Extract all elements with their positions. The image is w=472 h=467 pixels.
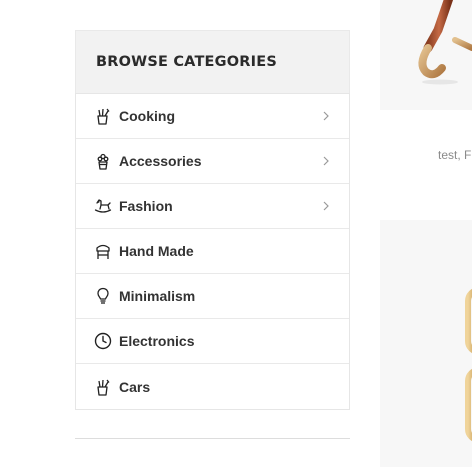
clock-icon bbox=[94, 332, 112, 350]
product-caption: test, F bbox=[438, 148, 472, 162]
cooking-utensils-icon bbox=[94, 378, 112, 396]
plant-pot-icon bbox=[94, 152, 112, 170]
category-item-cooking[interactable]: Cooking bbox=[76, 94, 349, 139]
chevron-right-icon bbox=[323, 111, 329, 121]
rocking-horse-icon bbox=[94, 197, 112, 215]
chair-icon bbox=[94, 242, 112, 260]
category-list: Cooking Accessories Fashion Hand Made Mi… bbox=[75, 93, 350, 410]
category-label: Electronics bbox=[119, 333, 195, 349]
cooking-utensils-icon bbox=[94, 107, 112, 125]
category-item-minimalism[interactable]: Minimalism bbox=[76, 274, 349, 319]
gold-rings-image bbox=[465, 288, 472, 442]
section-divider bbox=[75, 438, 350, 439]
category-label: Fashion bbox=[119, 198, 173, 214]
category-item-electronics[interactable]: Electronics bbox=[76, 319, 349, 364]
product-image-bottom[interactable] bbox=[380, 220, 472, 467]
category-item-fashion[interactable]: Fashion bbox=[76, 184, 349, 229]
chevron-right-icon bbox=[323, 201, 329, 211]
category-label: Hand Made bbox=[119, 243, 194, 259]
category-label: Cars bbox=[119, 378, 151, 395]
product-image-top[interactable] bbox=[380, 0, 472, 110]
browse-categories-widget: BROWSE CATEGORIES Cooking Accessories Fa… bbox=[75, 30, 350, 410]
page: BROWSE CATEGORIES Cooking Accessories Fa… bbox=[0, 0, 472, 467]
widget-title: BROWSE CATEGORIES bbox=[96, 54, 278, 70]
category-item-accessories[interactable]: Accessories bbox=[76, 139, 349, 184]
category-item-hand-made[interactable]: Hand Made bbox=[76, 229, 349, 274]
chevron-right-icon bbox=[323, 156, 329, 166]
light-bulb-icon bbox=[94, 287, 112, 305]
category-label: Accessories bbox=[119, 153, 202, 169]
category-item-cars[interactable]: Cars bbox=[76, 364, 349, 409]
utensil-handle-image bbox=[418, 0, 472, 85]
widget-header: BROWSE CATEGORIES bbox=[75, 30, 350, 93]
category-label: Cooking bbox=[119, 108, 175, 124]
category-label: Minimalism bbox=[119, 288, 196, 304]
